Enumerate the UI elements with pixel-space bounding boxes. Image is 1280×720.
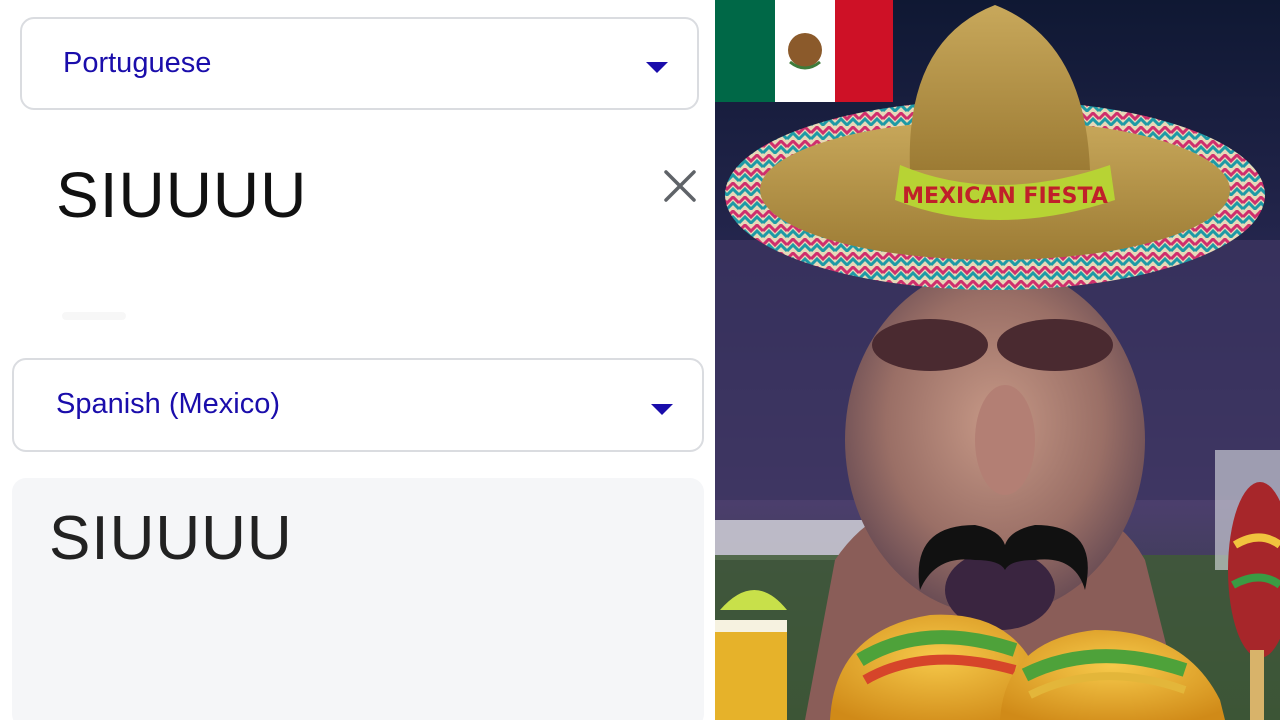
caret-down-icon [646, 62, 668, 73]
translation-result-box: SIUUUU [12, 478, 704, 720]
meme-illustration: MEXICAN FIESTA [715, 0, 1280, 720]
meme-image: MEXICAN FIESTA [715, 0, 1280, 720]
screen: Portuguese SIUUUU Spanish (Mexico) SIUUU… [0, 0, 1280, 720]
source-text-input[interactable]: SIUUUU [56, 163, 307, 227]
tequila-glass [715, 590, 787, 720]
divider [62, 312, 126, 320]
source-language-label: Portuguese [63, 46, 212, 79]
clear-text-button[interactable] [660, 166, 700, 206]
mexican-flag-icon [715, 0, 893, 102]
target-language-select[interactable]: Spanish (Mexico) [12, 358, 704, 452]
translate-panel: Portuguese SIUUUU Spanish (Mexico) SIUUU… [0, 0, 715, 720]
target-language-label: Spanish (Mexico) [56, 387, 281, 420]
close-icon [664, 170, 696, 202]
caret-down-icon [651, 404, 673, 415]
hat-band-text: MEXICAN FIESTA [902, 184, 1108, 209]
translated-text: SIUUUU [49, 504, 293, 573]
source-language-select[interactable]: Portuguese [20, 17, 699, 110]
